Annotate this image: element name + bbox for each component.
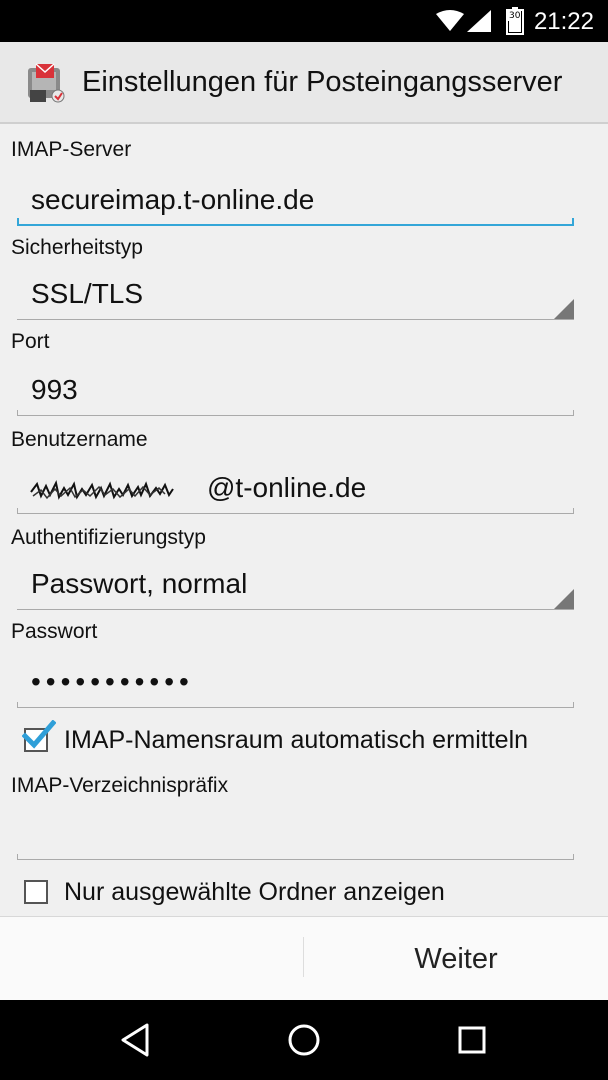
namespace-auto-checkbox[interactable] (22, 720, 56, 752)
input-focus-underline (17, 218, 574, 226)
recents-icon[interactable] (452, 1020, 492, 1060)
input-underline (17, 410, 574, 416)
action-bar: Einstellungen für Posteingangsserver (0, 42, 608, 124)
status-bar: 30 21:22 (0, 0, 608, 42)
input-underline (17, 702, 574, 708)
checkmark-icon (22, 720, 56, 749)
username-label: Benutzername (11, 428, 148, 451)
port-value: 993 (31, 374, 78, 405)
port-input[interactable]: 993 (17, 366, 574, 416)
security-type-spinner[interactable]: SSL/TLS (17, 270, 574, 320)
subscribed-folders-checkbox[interactable] (24, 880, 48, 904)
cell-signal-icon (467, 10, 491, 32)
namespace-auto-label: IMAP-Namensraum automatisch ermitteln (64, 726, 529, 754)
settings-form[interactable]: IMAP-Server secureimap.t-online.de Siche… (0, 124, 608, 916)
spinner-underline (17, 319, 574, 320)
spinner-underline (17, 609, 574, 610)
namespace-auto-checkbox-row[interactable]: IMAP-Namensraum automatisch ermitteln (22, 720, 582, 760)
password-input[interactable]: ••••••••••• (17, 658, 574, 708)
port-label: Port (11, 330, 50, 353)
imap-server-input[interactable]: secureimap.t-online.de (17, 176, 574, 226)
input-underline (17, 508, 574, 514)
imap-server-label: IMAP-Server (11, 138, 132, 161)
page-title: Einstellungen für Posteingangsserver (82, 66, 563, 98)
wifi-icon (436, 10, 464, 31)
empty-left-button-slot (0, 917, 303, 1001)
dropdown-arrow-icon (554, 299, 574, 319)
security-type-value: SSL/TLS (31, 278, 144, 309)
clock-time: 21:22 (533, 8, 594, 35)
username-input[interactable]: @t-online.de (17, 464, 574, 514)
mail-app-icon[interactable] (22, 58, 72, 108)
subscribed-folders-checkbox-row[interactable]: Nur ausgewählte Ordner anzeigen (22, 876, 582, 912)
prefix-input[interactable] (17, 810, 574, 860)
battery-level-text: 30 (508, 11, 522, 21)
home-icon[interactable] (284, 1020, 324, 1060)
auth-type-spinner[interactable]: Passwort, normal (17, 560, 574, 610)
username-domain-suffix: @t-online.de (207, 472, 367, 503)
redacted-username-scribble (30, 480, 174, 500)
bottom-button-bar: Weiter (0, 916, 608, 1001)
imap-server-value: secureimap.t-online.de (31, 184, 315, 215)
subscribed-folders-label: Nur ausgewählte Ordner anzeigen (64, 878, 445, 906)
prefix-label: IMAP-Verzeichnispräfix (11, 774, 229, 797)
password-masked-value: ••••••••••• (31, 666, 194, 697)
auth-type-label: Authentifizierungstyp (11, 526, 206, 549)
auth-type-value: Passwort, normal (31, 568, 248, 599)
navigation-bar (0, 1000, 608, 1080)
next-button[interactable]: Weiter (304, 917, 608, 1001)
dropdown-arrow-icon (554, 589, 574, 609)
password-label: Passwort (11, 620, 98, 643)
input-underline (17, 854, 574, 860)
back-icon[interactable] (115, 1020, 155, 1060)
security-type-label: Sicherheitstyp (11, 236, 143, 259)
